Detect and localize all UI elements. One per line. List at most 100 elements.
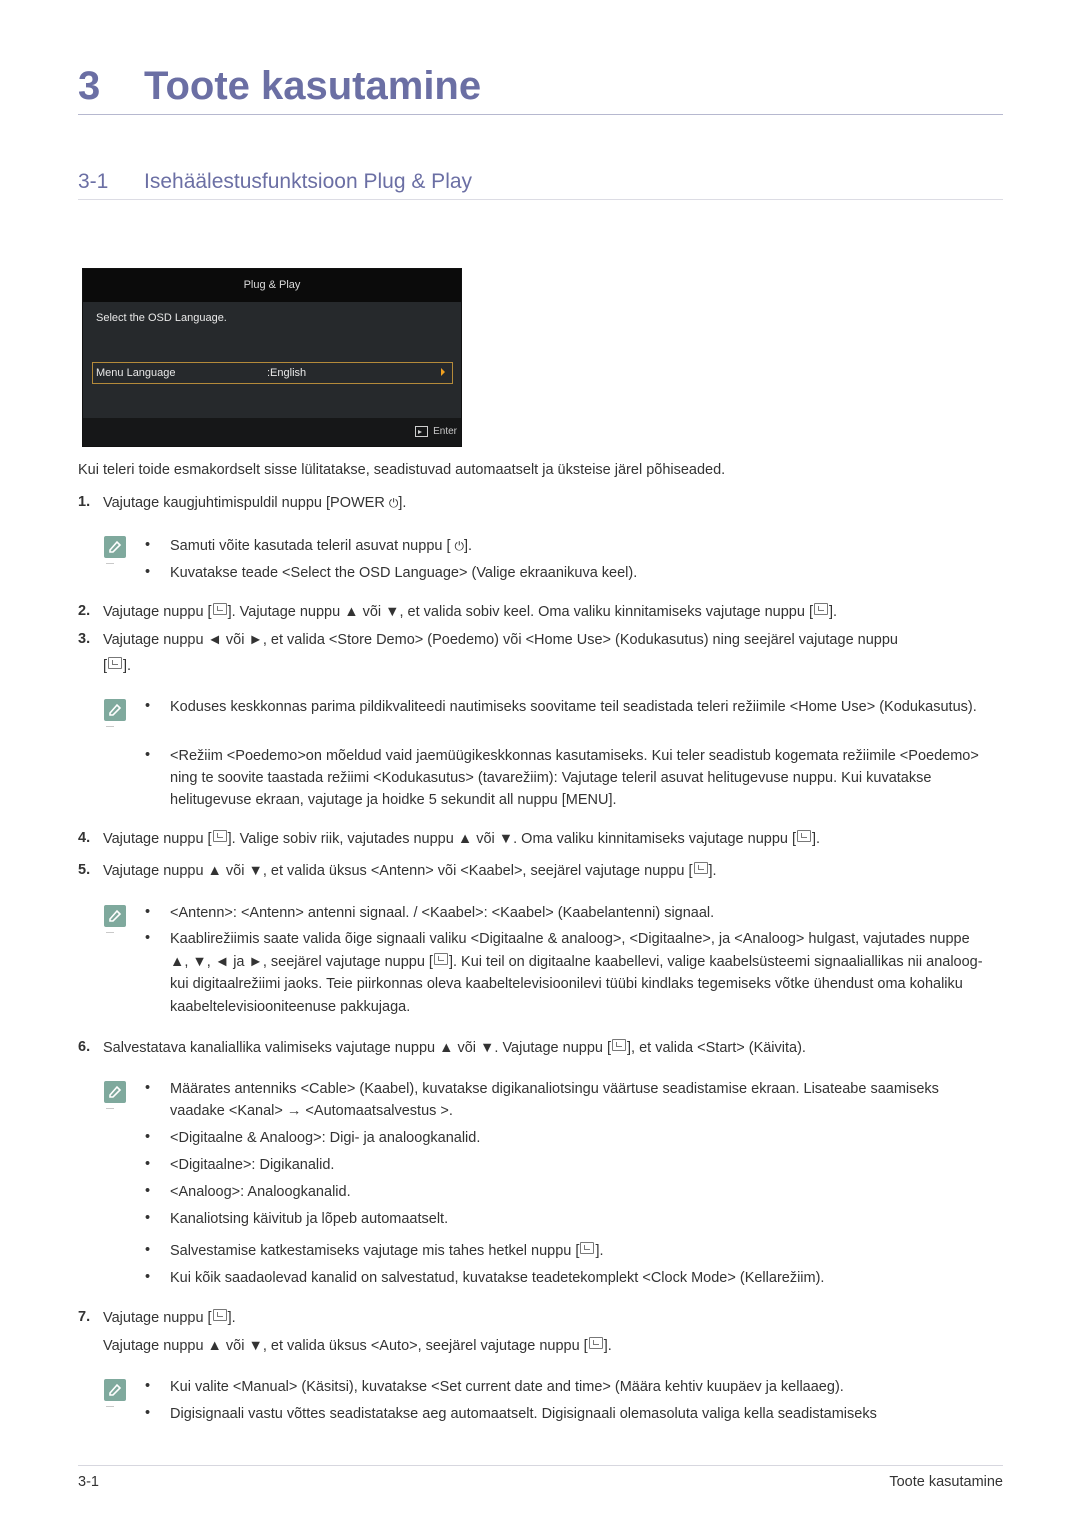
power-icon: ⏻ (454, 539, 465, 553)
bullet: • (145, 747, 151, 763)
note-item: <Digitaalne>: Digikanalid. (170, 1157, 335, 1173)
bullet: • (145, 1378, 151, 1394)
bullet: • (145, 1129, 151, 1145)
osd-menu-language-row: Menu Language :English (92, 362, 453, 384)
step-3-text-cont: []. (103, 655, 131, 677)
step-7-text: Vajutage nuppu []. (103, 1307, 236, 1329)
step-2-text: Vajutage nuppu [ ]. Vajutage nuppu ▲ või … (103, 601, 837, 623)
enter-key-icon (580, 1242, 595, 1254)
note-item: <Antenn>: <Antenn> antenni signaal. / <K… (170, 905, 715, 921)
step-5-text: Vajutage nuppu ▲ või ▼, et valida üksus … (103, 860, 717, 882)
chapter-number: 3 (78, 64, 101, 108)
step-text: ]. (828, 604, 838, 620)
osd-row-value: :English (267, 367, 307, 379)
section-divider (78, 199, 1003, 200)
step-number: 5. (78, 862, 91, 878)
step-number: 3. (78, 631, 91, 647)
enter-key-icon (612, 1039, 627, 1051)
note-item: Kui valite <Manual> (Käsitsi), kuvatakse… (170, 1379, 844, 1395)
step-text: ]. (398, 495, 407, 511)
step-6-text: Salvestatava kanaliallika valimiseks vaj… (103, 1037, 806, 1059)
enter-key-icon (813, 603, 828, 615)
note-item: <Analoog>: Analoogkanalid. (170, 1184, 351, 1200)
step-text: ], et valida <Start> (Käivita). (627, 1040, 806, 1056)
step-text: Vajutage nuppu [ (103, 1310, 212, 1326)
note-item: Digisignaali vastu võttes seadistatakse … (170, 1406, 877, 1422)
step-3-text: Vajutage nuppu ◄ või ►, et valida <Store… (103, 632, 898, 648)
step-4-text: Vajutage nuppu [ ]. Valige sobiv riik, va… (103, 828, 820, 850)
note-pencil-icon (104, 1081, 126, 1109)
bullet: • (145, 1183, 151, 1199)
enter-key-icon (415, 426, 429, 437)
osd-prompt: Select the OSD Language. (96, 312, 227, 324)
note-item: Samuti võite kasutada teleril asuvat nup… (170, 535, 472, 557)
step-text: Vajutage nuppu ▲ või ▼, et valida üksus … (103, 1338, 588, 1354)
note-text: Salvestamise katkestamiseks vajutage mis… (170, 1243, 580, 1259)
note-item: Koduses keskkonnas parima pildikvaliteed… (170, 699, 977, 715)
step-1-text: Vajutage kaugjuhtimispuldil nuppu [POWER… (103, 492, 406, 514)
power-icon: ⏻ (388, 496, 399, 510)
note-pencil-icon (104, 536, 126, 564)
step-text: Vajutage nuppu ▲ või ▼, et valida üksus … (103, 863, 693, 879)
note-pencil-icon (104, 699, 126, 727)
bullet: • (145, 1156, 151, 1172)
bullet: • (145, 1269, 151, 1285)
note-pencil-icon (104, 905, 126, 933)
step-text: ]. Vajutage nuppu ▲ või ▼, et valida sob… (227, 604, 813, 620)
note-item: Kanaliotsing käivitub ja lõpeb automaats… (170, 1211, 449, 1227)
step-text: [ (103, 658, 108, 674)
enter-key-icon (693, 862, 708, 874)
section-title-text: Isehäälestusfunktsioon Plug & Play (144, 170, 473, 193)
note-item: Kaablirežiimis saate valida õige signaal… (170, 928, 985, 1018)
section-title: 3-1 Isehäälestusfunktsioon Plug & Play (78, 170, 472, 194)
step-text: ]. (708, 863, 717, 879)
step-text: Vajutage nuppu [ (103, 604, 212, 620)
bullet: • (145, 1405, 151, 1421)
step-text: Vajutage kaugjuhtimispuldil nuppu [POWER (103, 495, 389, 511)
osd-footer: Enter (83, 418, 461, 446)
bullet: • (145, 904, 151, 920)
section-number: 3-1 (78, 170, 109, 193)
bullet: • (145, 564, 151, 580)
step-text: ]. (603, 1338, 612, 1354)
chapter-title-text: Toote kasutamine (144, 64, 482, 108)
osd-enter-label: Enter (433, 426, 457, 437)
osd-title: Plug & Play (83, 269, 461, 302)
note-text: Samuti võite kasutada teleril asuvat nup… (170, 538, 455, 554)
note-text: ]. (595, 1243, 604, 1259)
step-number: 2. (78, 603, 91, 619)
enter-key-icon (212, 830, 227, 842)
arrow-right-icon (441, 368, 445, 376)
bullet: • (145, 1210, 151, 1226)
intro-text: Kui teleri toide esmakordselt sisse lüli… (78, 462, 726, 478)
note-item: Määrates antenniks <Cable> (Kaabel), kuv… (170, 1081, 939, 1119)
step-number: 4. (78, 830, 91, 846)
enter-key-icon (212, 603, 227, 615)
step-number: 6. (78, 1039, 91, 1055)
note-pencil-icon (104, 1379, 126, 1407)
footer-chapter-title: Toote kasutamine (889, 1474, 1003, 1490)
step-number: 1. (78, 494, 91, 510)
enter-key-icon (212, 1309, 227, 1321)
step-text: Salvestatava kanaliallika valimiseks vaj… (103, 1040, 612, 1056)
step-text: ]. (227, 1310, 236, 1326)
footer-page-number: 3-1 (78, 1474, 99, 1490)
note-item: <Režiim <Poedemo>on mõeldud vaid jaemüüg… (170, 748, 979, 808)
note-item: Kui kõik saadaolevad kanalid on salvesta… (170, 1270, 825, 1286)
step-text: ]. (812, 831, 821, 847)
step-text: ]. Valige sobiv riik, vajutades nuppu ▲ … (227, 831, 797, 847)
note-item: <Digitaalne & Analoog>: Digi- ja analoog… (170, 1130, 481, 1146)
step-text: Vajutage nuppu [ (103, 831, 212, 847)
note-item: Kuvatakse teade <Select the OSD Language… (170, 565, 638, 581)
note-item: Salvestamise katkestamiseks vajutage mis… (170, 1240, 604, 1262)
enter-key-icon (588, 1337, 603, 1349)
enter-key-icon (433, 952, 448, 965)
bullet: • (145, 698, 151, 714)
chapter-divider (78, 114, 1003, 115)
bullet: • (145, 1080, 151, 1096)
bullet: • (145, 537, 151, 553)
step-7-text-cont: Vajutage nuppu ▲ või ▼, et valida üksus … (103, 1335, 612, 1357)
osd-enter-hint: Enter (415, 426, 457, 437)
bullet: • (145, 930, 151, 946)
osd-screenshot: Plug & Play Select the OSD Language. Men… (82, 268, 462, 447)
